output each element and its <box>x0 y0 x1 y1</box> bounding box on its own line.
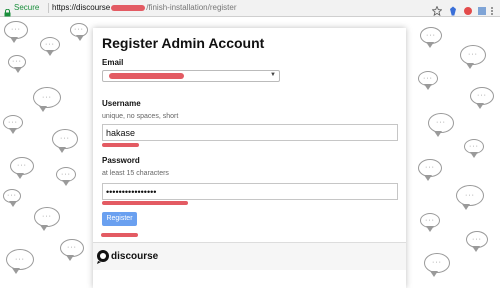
url-host: https://discourse <box>52 3 111 12</box>
password-label: Password <box>102 156 140 165</box>
speech-bubble-icon: ··· <box>420 27 442 48</box>
profile-icon[interactable] <box>477 3 487 15</box>
extension-icon[interactable] <box>463 3 473 15</box>
password-input[interactable]: •••••••••••••••• <box>102 183 398 200</box>
speech-bubble-icon: ··· <box>60 239 84 261</box>
secure-label: Secure <box>14 3 40 12</box>
redaction-mark <box>102 201 188 205</box>
speech-bubble-icon: ··· <box>424 253 450 277</box>
redaction-mark <box>102 143 139 147</box>
lock-icon <box>4 4 11 17</box>
speech-bubble-icon: ··· <box>6 249 34 274</box>
speech-bubble-icon: ··· <box>418 159 442 181</box>
logo-text: discourse <box>111 251 159 262</box>
speech-bubble-icon: ··· <box>3 115 23 134</box>
speech-bubble-icon: ··· <box>470 87 494 109</box>
star-icon[interactable] <box>431 3 443 17</box>
username-input[interactable]: hakase <box>102 124 398 141</box>
speech-bubble-icon: ··· <box>52 129 78 153</box>
speech-bubble-icon: ··· <box>10 157 34 179</box>
speech-bubble-icon: ··· <box>466 231 488 252</box>
speech-bubble-icon: ··· <box>40 37 60 56</box>
username-label: Username <box>102 99 141 108</box>
extension-icon[interactable] <box>448 3 458 16</box>
divider <box>48 3 49 13</box>
email-label: Email <box>102 58 124 67</box>
username-hint: unique, no spaces, short <box>102 113 179 120</box>
speech-bubble-icon: ··· <box>460 45 486 69</box>
speech-bubble-icon: ··· <box>420 213 440 232</box>
discourse-logo-icon <box>97 250 109 264</box>
discourse-logo: discourse <box>96 249 159 265</box>
register-button[interactable]: Register <box>102 212 137 226</box>
footer: discourse <box>93 242 406 270</box>
address-bar[interactable]: https://discourse/finish-installation/re… <box>52 3 237 12</box>
speech-bubble-icon: ··· <box>4 21 28 43</box>
speech-bubble-icon: ··· <box>8 55 26 73</box>
email-select[interactable]: ▼ <box>102 70 280 82</box>
speech-bubble-icon: ··· <box>464 139 484 158</box>
speech-bubble-icon: ··· <box>56 167 76 186</box>
speech-bubble-icon: ··· <box>418 71 438 90</box>
speech-bubble-icon: ··· <box>33 87 61 112</box>
url-path: /finish-installation/register <box>146 3 237 12</box>
menu-icon[interactable] <box>490 3 496 15</box>
browser-toolbar: Secure https://discourse/finish-installa… <box>0 0 500 17</box>
url-redaction <box>111 4 146 11</box>
email-redaction <box>109 73 184 79</box>
speech-bubble-icon: ··· <box>34 207 60 231</box>
password-hint: at least 15 characters <box>102 170 169 177</box>
speech-bubble-icon: ··· <box>70 23 88 41</box>
redaction-mark <box>101 233 138 237</box>
chevron-down-icon: ▼ <box>270 72 276 78</box>
speech-bubble-icon: ··· <box>428 113 454 137</box>
speech-bubble-icon: ··· <box>3 189 21 207</box>
speech-bubble-icon: ··· <box>456 185 484 210</box>
register-card: Register Admin Account Email ▼ Username … <box>93 28 406 288</box>
page-title: Register Admin Account <box>102 35 265 51</box>
